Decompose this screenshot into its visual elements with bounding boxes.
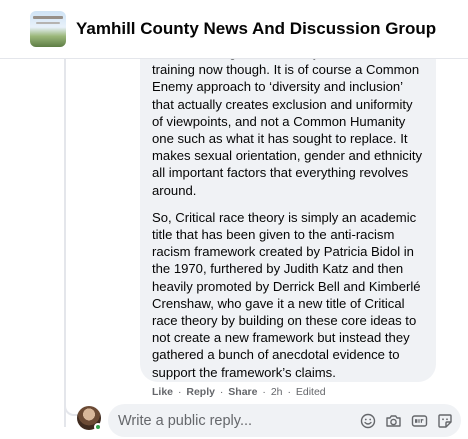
- comment-actions: Like · Reply · Share · 2h · Edited: [152, 386, 326, 398]
- camera-icon[interactable]: [385, 413, 402, 429]
- emoji-icon[interactable]: [360, 413, 376, 429]
- separator: ·: [262, 386, 266, 398]
- thread-line: [64, 59, 66, 427]
- group-header: Yamhill County News And Discussion Group: [0, 0, 468, 59]
- comment-paragraph: So, Critical race theory is simply an ac…: [152, 209, 421, 380]
- reply-button[interactable]: Reply: [186, 386, 215, 398]
- user-avatar[interactable]: [77, 406, 102, 431]
- composer-tools: [360, 413, 461, 429]
- timestamp[interactable]: 2h: [271, 386, 283, 398]
- comment-bubble: of what is taught as ‘diversity and incl…: [140, 30, 436, 382]
- like-button[interactable]: Like: [152, 386, 173, 398]
- share-button[interactable]: Share: [228, 386, 257, 398]
- reply-placeholder: Write a public reply...: [118, 412, 253, 429]
- sticker-icon[interactable]: [437, 413, 453, 429]
- gif-icon[interactable]: [411, 413, 428, 429]
- separator: ·: [219, 386, 224, 398]
- group-avatar-icon[interactable]: [30, 11, 66, 47]
- separator: ·: [177, 386, 182, 398]
- reply-composer: Write a public reply...: [77, 404, 468, 439]
- edited-label[interactable]: Edited: [296, 386, 326, 398]
- reply-input[interactable]: Write a public reply...: [108, 404, 461, 437]
- comment-paragraph: of what is taught as ‘diversity and incl…: [152, 45, 423, 198]
- online-status-icon: [94, 423, 102, 431]
- separator: ·: [287, 386, 291, 398]
- group-title[interactable]: Yamhill County News And Discussion Group: [76, 19, 436, 39]
